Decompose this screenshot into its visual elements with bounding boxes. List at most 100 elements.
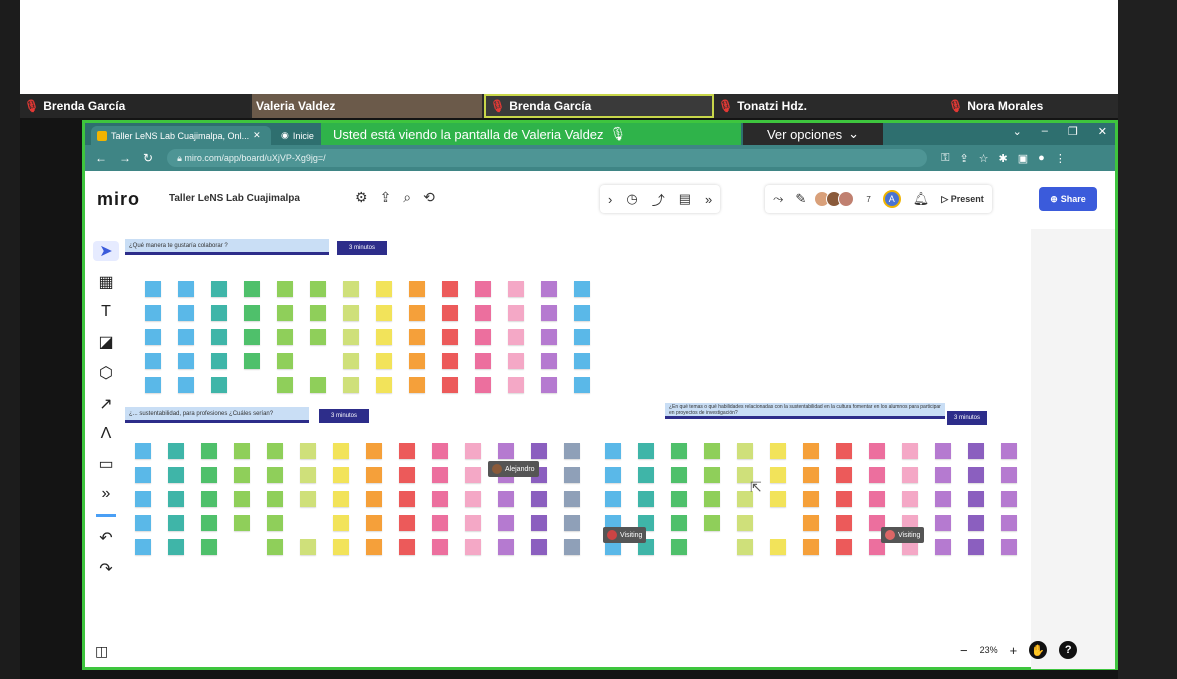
sticky-note[interactable] xyxy=(1001,515,1017,531)
sticky-note[interactable] xyxy=(1001,539,1017,555)
sticky-note[interactable] xyxy=(541,353,557,369)
sticky-note[interactable] xyxy=(409,305,425,321)
sticky-note[interactable] xyxy=(409,329,425,345)
sticky-note[interactable] xyxy=(376,305,392,321)
sidebar-icon[interactable]: ▣ xyxy=(1018,152,1028,165)
sticky-note[interactable] xyxy=(836,491,852,507)
question-frame-title[interactable]: ¿... sustentabilidad, para profesiones ¿… xyxy=(125,407,309,423)
participant-tile[interactable]: Valeria Valdez xyxy=(252,94,482,118)
sticky-note[interactable] xyxy=(432,443,448,459)
sticky-note[interactable] xyxy=(574,377,590,393)
sticky-note[interactable] xyxy=(968,539,984,555)
star-icon[interactable]: ☆ xyxy=(979,152,989,165)
help-hand-icon[interactable]: ✋ xyxy=(1029,641,1048,659)
sticky-note[interactable] xyxy=(671,443,687,459)
menu-kebab-icon[interactable]: ⋮ xyxy=(1055,152,1066,165)
sticky-note[interactable] xyxy=(902,443,918,459)
sticky-note-icon[interactable]: ◪ xyxy=(98,332,113,352)
sticky-note[interactable] xyxy=(267,515,283,531)
undo-icon[interactable]: ↶ xyxy=(99,528,112,548)
close-window-icon[interactable]: ✕ xyxy=(1098,125,1107,138)
collaborator-avatars[interactable] xyxy=(814,191,855,207)
sticky-note[interactable] xyxy=(442,329,458,345)
sticky-note[interactable] xyxy=(277,353,293,369)
sticky-note[interactable] xyxy=(333,467,349,483)
participant-tile[interactable]: 🎙︎ Brenda García xyxy=(484,94,714,118)
user-avatar[interactable]: A xyxy=(882,190,901,208)
sticky-note[interactable] xyxy=(135,491,151,507)
connector-icon[interactable]: ↗ xyxy=(99,394,112,414)
question-frame-title[interactable]: ¿Qué manera te gustaría colaborar ? xyxy=(125,239,329,255)
sticky-note[interactable] xyxy=(1001,443,1017,459)
sticky-note[interactable] xyxy=(574,305,590,321)
sticky-note[interactable] xyxy=(475,353,491,369)
sticky-note[interactable] xyxy=(442,353,458,369)
sticky-note[interactable] xyxy=(465,467,481,483)
sticky-note[interactable] xyxy=(366,443,382,459)
sticky-note[interactable] xyxy=(836,443,852,459)
sticky-note[interactable] xyxy=(201,491,217,507)
comment-icon[interactable]: ▭ xyxy=(98,454,113,474)
sticky-note[interactable] xyxy=(432,467,448,483)
sticky-note[interactable] xyxy=(399,515,415,531)
sticky-note[interactable] xyxy=(178,353,194,369)
sticky-note[interactable] xyxy=(968,515,984,531)
sticky-note[interactable] xyxy=(234,443,250,459)
sticky-note[interactable] xyxy=(737,539,753,555)
sticky-note[interactable] xyxy=(409,353,425,369)
sticky-note[interactable] xyxy=(178,305,194,321)
sticky-note[interactable] xyxy=(333,539,349,555)
chevron-right-icon[interactable]: › xyxy=(608,192,612,207)
sticky-note[interactable] xyxy=(211,353,227,369)
sticky-note[interactable] xyxy=(465,443,481,459)
sticky-note[interactable] xyxy=(442,305,458,321)
sticky-note[interactable] xyxy=(770,539,786,555)
sticky-note[interactable] xyxy=(498,491,514,507)
sticky-note[interactable] xyxy=(737,515,753,531)
url-input[interactable]: 🔒︎ miro.com/app/board/uXjVP-Xg9jg=/ xyxy=(167,149,928,167)
back-arrow-icon[interactable]: ← xyxy=(95,151,107,165)
sticky-note[interactable] xyxy=(605,491,621,507)
sticky-note[interactable] xyxy=(244,353,260,369)
present-button[interactable]: ▷ Present xyxy=(941,194,983,205)
help-question-icon[interactable]: ? xyxy=(1059,641,1078,659)
sticky-note[interactable] xyxy=(343,305,359,321)
forward-arrow-icon[interactable]: → xyxy=(119,151,131,165)
sticky-note[interactable] xyxy=(168,467,184,483)
sticky-note[interactable] xyxy=(498,515,514,531)
sticky-note[interactable] xyxy=(498,443,514,459)
sticky-note[interactable] xyxy=(531,443,547,459)
key-icon[interactable]: ⚿ xyxy=(941,152,949,165)
sticky-note[interactable] xyxy=(432,515,448,531)
sticky-note[interactable] xyxy=(211,329,227,345)
sticky-note[interactable] xyxy=(310,281,326,297)
sticky-note[interactable] xyxy=(366,515,382,531)
sticky-note[interactable] xyxy=(531,515,547,531)
redo-icon[interactable]: ↷ xyxy=(99,559,112,579)
restore-icon[interactable]: ❐ xyxy=(1068,125,1078,138)
reload-icon[interactable]: ↻ xyxy=(143,151,153,165)
sticky-note[interactable] xyxy=(145,377,161,393)
sticky-note[interactable] xyxy=(836,539,852,555)
tab-list-chevron-icon[interactable]: ⌄ xyxy=(1013,125,1022,138)
sticky-note[interactable] xyxy=(935,443,951,459)
sticky-note[interactable] xyxy=(1001,491,1017,507)
sticky-note[interactable] xyxy=(399,443,415,459)
sticky-note[interactable] xyxy=(935,515,951,531)
sticky-note[interactable] xyxy=(300,467,316,483)
sticky-note[interactable] xyxy=(671,515,687,531)
sticky-note[interactable] xyxy=(803,515,819,531)
sticky-note[interactable] xyxy=(145,353,161,369)
notes-icon[interactable]: ▤ xyxy=(679,191,691,207)
sticky-note[interactable] xyxy=(145,329,161,345)
sticky-note[interactable] xyxy=(564,539,580,555)
miro-logo[interactable]: miro xyxy=(97,189,140,210)
share-page-icon[interactable]: ⇪ xyxy=(959,152,968,165)
sticky-note[interactable] xyxy=(399,539,415,555)
participant-tile[interactable]: 🎙︎ Nora Morales xyxy=(944,94,1118,118)
sticky-note[interactable] xyxy=(531,491,547,507)
minimize-icon[interactable]: – xyxy=(1042,125,1048,138)
sticky-note[interactable] xyxy=(145,305,161,321)
sticky-note[interactable] xyxy=(564,443,580,459)
sticky-note[interactable] xyxy=(968,443,984,459)
